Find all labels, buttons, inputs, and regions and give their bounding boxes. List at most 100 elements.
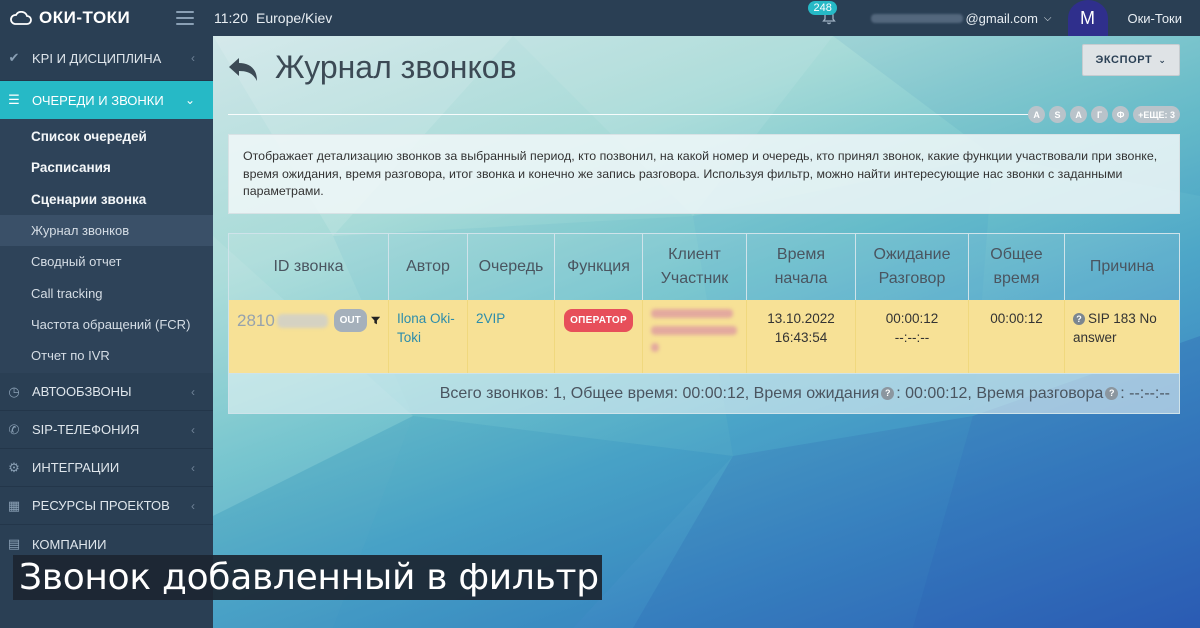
sidebar-subitem-scenarios[interactable]: Сценарии звонка [0, 184, 213, 215]
cell-total: 00:00:12 [969, 300, 1065, 373]
cell-function: ОПЕРАТОР [555, 300, 643, 373]
letter-filters: A S A Г Ф +ЕЩЕ: 3 [1028, 106, 1180, 123]
email-suffix: @gmail.com [965, 10, 1038, 26]
column-header-function[interactable]: Функция [555, 234, 643, 300]
user-name[interactable]: Оки-Токи [1128, 11, 1183, 26]
column-header-total-line2: время [993, 270, 1040, 287]
author-link[interactable]: Ilona Oki-Toki [397, 311, 455, 345]
column-header-client[interactable]: Клиент Участник [643, 234, 747, 300]
notifications-badge: 248 [808, 1, 837, 15]
column-header-id[interactable]: ID звонка [229, 234, 389, 300]
queue-link[interactable]: 2VIP [476, 311, 505, 326]
chevron-left-icon: ‹ [191, 422, 195, 437]
column-header-start-line2: начала [774, 270, 828, 287]
sidebar-subitem-call-tracking[interactable]: Call tracking [0, 277, 213, 308]
wait-time: 00:00:12 [885, 311, 939, 326]
start-time: 16:43:54 [774, 330, 828, 345]
sidebar-item-label: SIP-телефония [32, 422, 140, 438]
column-header-author[interactable]: Автор [389, 234, 468, 300]
sidebar-item-sip[interactable]: ✆ SIP-телефония ‹ [0, 411, 213, 450]
sidebar-item-autodial[interactable]: ◷ Автообзвоны ‹ [0, 373, 213, 412]
sidebar-item-resources[interactable]: ▦ Ресурсы проектов ‹ [0, 487, 213, 526]
column-header-total-line1: Общее [990, 246, 1043, 263]
grid-icon: ▦ [7, 497, 21, 513]
sidebar: ✔ KPI и дисциплина ‹ ☰ Очереди и звонки … [0, 36, 213, 628]
cogs-icon: ⚙ [8, 459, 20, 475]
column-header-start[interactable]: Время начала [747, 234, 856, 300]
column-header-queue[interactable]: Очередь [468, 234, 555, 300]
cell-queue: 2VIP [468, 300, 555, 373]
column-header-wait[interactable]: Ожидание Разговор [856, 234, 969, 300]
top-bar: ОКИ-ТОКИ 11:20 Europe/Kiev 248 @gmail.co… [0, 0, 1200, 36]
export-button[interactable]: ЭКСПОРТ ⌄ [1082, 44, 1180, 76]
column-header-client-line2: Участник [660, 270, 729, 287]
cell-reason: ? SIP 183 No answer [1065, 300, 1179, 373]
column-header-start-line1: Время [776, 246, 826, 263]
menu-toggle-icon[interactable] [176, 11, 194, 25]
filter-icon[interactable] [370, 315, 380, 326]
table-summary: Всего звонков: 1, Общее время: 00:00:12,… [229, 373, 1179, 413]
extra-redacted [651, 343, 659, 352]
sidebar-item-kpi[interactable]: ✔ KPI и дисциплина ‹ [0, 36, 213, 81]
list-icon: ☰ [8, 92, 20, 107]
cell-id: 2810 OUT [229, 300, 389, 373]
notifications-button[interactable]: 248 [808, 0, 849, 36]
current-time: 11:20 [214, 10, 248, 26]
sidebar-subitem-summary-report[interactable]: Сводный отчет [0, 246, 213, 277]
client-redacted [651, 309, 733, 318]
avatar[interactable]: M [1067, 0, 1108, 36]
table-header: ID звонка Автор Очередь Функция Клиент У… [229, 234, 1179, 300]
page-description: Отображает детализацию звонков за выбран… [228, 134, 1180, 214]
column-header-reason[interactable]: Причина [1065, 234, 1179, 300]
sidebar-item-queues[interactable]: ☰ Очереди и звонки ⌄ [0, 81, 213, 119]
sidebar-item-label: KPI и дисциплина [32, 50, 162, 66]
question-icon[interactable]: ? [1073, 313, 1085, 325]
column-header-client-line1: Клиент [668, 246, 721, 263]
sidebar-item-label: Компании [32, 536, 107, 552]
summary-part1: Всего звонков: 1, Общее время: 00:00:12,… [439, 384, 880, 402]
question-icon[interactable]: ? [1105, 387, 1119, 400]
talk-time: --:--:-- [894, 330, 930, 345]
export-button-label: ЭКСПОРТ [1095, 54, 1153, 66]
caption-overlay: Звонок добавленный в фильтр [13, 555, 602, 600]
chevron-down-icon: ⌄ [184, 93, 195, 107]
sidebar-subitem-ivr-report[interactable]: Отчет по IVR [0, 340, 213, 371]
direction-badge: OUT [333, 309, 367, 332]
chevron-left-icon: ‹ [191, 51, 195, 65]
main-content: Журнал звонков ЭКСПОРТ ⌄ A S A Г Ф +ЕЩЕ:… [213, 36, 1200, 628]
email-redacted [871, 13, 964, 23]
chevron-down-icon: ⌵ [1043, 12, 1052, 24]
sidebar-subitem-fcr[interactable]: Частота обращений (FCR) [0, 309, 213, 340]
column-header-wait-line2: Разговор [878, 270, 946, 287]
sidebar-item-label: Ресурсы проектов [32, 498, 170, 514]
cell-start: 13.10.2022 16:43:54 [747, 300, 856, 373]
call-id-redacted [276, 313, 328, 328]
letter-filter[interactable]: S [1049, 106, 1067, 123]
sidebar-submenu: Список очередей Расписания Сценарии звон… [0, 119, 213, 374]
summary-part3: : --:--:-- [1120, 384, 1170, 402]
call-id-prefix: 2810 [237, 311, 275, 330]
question-icon[interactable]: ? [881, 387, 895, 400]
letter-filter[interactable]: Ф [1112, 106, 1130, 123]
participant-redacted [651, 326, 737, 335]
letter-filter[interactable]: Г [1091, 106, 1109, 123]
brand-name: ОКИ-ТОКИ [39, 8, 131, 27]
table-row[interactable]: 2810 OUT Ilona Oki-Toki 2VIP ОПЕРАТОР 13… [229, 300, 1179, 373]
column-header-total[interactable]: Общее время [969, 234, 1065, 300]
sidebar-item-label: Автообзвоны [32, 384, 132, 400]
timezone: Europe/Kiev [256, 10, 333, 26]
account-email[interactable]: @gmail.com ⌵ [871, 10, 1052, 26]
more-filters-button[interactable]: +ЕЩЕ: 3 [1133, 106, 1180, 123]
chart-icon: ▤ [7, 536, 21, 552]
sidebar-subitem-queue-list[interactable]: Список очередей [0, 121, 213, 152]
letter-filter[interactable]: A [1028, 106, 1046, 123]
chevron-down-icon: ⌄ [1158, 54, 1167, 65]
summary-part2: : 00:00:12, Время разговора [896, 384, 1104, 402]
sidebar-item-integrations[interactable]: ⚙ Интеграции ‹ [0, 449, 213, 488]
sidebar-subitem-schedules[interactable]: Расписания [0, 152, 213, 183]
sidebar-subitem-call-log[interactable]: Журнал звонков [0, 214, 213, 247]
letter-filter[interactable]: A [1070, 106, 1088, 123]
back-arrow-icon[interactable] [227, 56, 259, 84]
call-id[interactable]: 2810 OUT [237, 309, 380, 332]
chevron-left-icon: ‹ [191, 498, 195, 513]
